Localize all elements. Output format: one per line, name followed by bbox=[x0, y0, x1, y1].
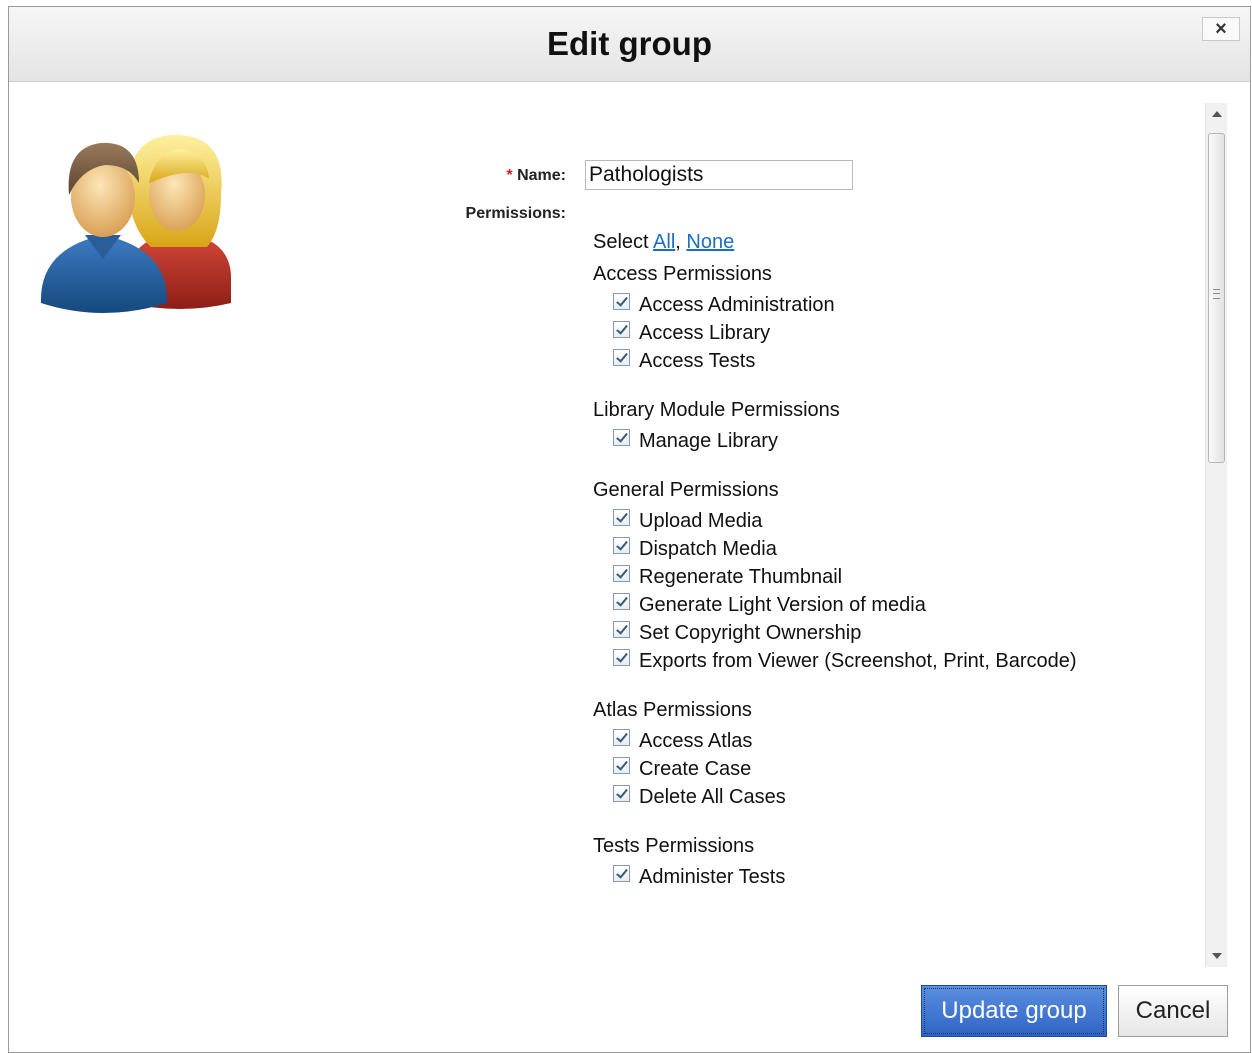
update-group-button[interactable]: Update group bbox=[921, 985, 1107, 1037]
permission-label: Access Tests bbox=[639, 350, 756, 372]
permission-item: Regenerate Thumbnail bbox=[593, 565, 1077, 593]
permission-item: Set Copyright Ownership bbox=[593, 621, 1077, 649]
permission-item: Create Case bbox=[593, 757, 1077, 785]
permission-group-title: Library Module Permissions bbox=[593, 399, 840, 421]
permission-label: Access Library bbox=[639, 322, 771, 344]
close-button[interactable]: × bbox=[1202, 17, 1240, 41]
checkbox[interactable] bbox=[613, 293, 630, 310]
select-none-link[interactable]: None bbox=[686, 231, 734, 253]
select-all-link[interactable]: All bbox=[653, 231, 675, 253]
permission-label: Generate Light Version of media bbox=[639, 594, 926, 616]
checkbox[interactable] bbox=[613, 593, 630, 610]
permission-label: Dispatch Media bbox=[639, 538, 777, 560]
scrollbar-thumb[interactable] bbox=[1208, 133, 1225, 463]
permissions-label: Permissions: bbox=[465, 205, 566, 222]
permission-group-title: Access Permissions bbox=[593, 263, 772, 285]
permission-item: Manage Library bbox=[593, 429, 1077, 457]
permission-item: Access Atlas bbox=[593, 729, 1077, 757]
permission-item: Access Administration bbox=[593, 293, 1077, 321]
permission-label: Set Copyright Ownership bbox=[639, 622, 862, 644]
permission-label: Create Case bbox=[639, 758, 752, 780]
checkbox[interactable] bbox=[613, 349, 630, 366]
name-label: * Name: bbox=[409, 167, 566, 185]
permission-item: Exports from Viewer (Screenshot, Print, … bbox=[593, 649, 1077, 677]
permission-group-title: Atlas Permissions bbox=[593, 699, 752, 721]
vertical-scrollbar[interactable] bbox=[1205, 103, 1227, 967]
permission-item: Access Library bbox=[593, 321, 1077, 349]
scroll-up-arrow-icon[interactable] bbox=[1206, 103, 1228, 125]
permission-label: Access Administration bbox=[639, 294, 835, 316]
permission-item: Administer Tests bbox=[593, 865, 1077, 893]
select-row: Select All, None bbox=[593, 229, 1077, 261]
checkbox[interactable] bbox=[613, 565, 630, 582]
permission-label: Exports from Viewer (Screenshot, Print, … bbox=[639, 650, 1077, 672]
permission-label: Delete All Cases bbox=[639, 786, 786, 808]
edit-group-dialog: Edit group × * Name: Pathologists Permis… bbox=[8, 6, 1251, 1053]
select-separator: , bbox=[675, 231, 681, 253]
select-prefix: Select bbox=[593, 231, 649, 253]
permission-label: Upload Media bbox=[639, 510, 763, 532]
cancel-button[interactable]: Cancel bbox=[1118, 985, 1228, 1037]
users-group-icon bbox=[40, 134, 231, 313]
required-marker: * bbox=[506, 167, 513, 184]
permission-label: Regenerate Thumbnail bbox=[639, 566, 843, 588]
name-label-text: Name: bbox=[517, 167, 566, 184]
checkbox[interactable] bbox=[613, 785, 630, 802]
permission-label: Access Atlas bbox=[639, 730, 753, 752]
group-name-input[interactable] bbox=[585, 160, 853, 190]
checkbox[interactable] bbox=[613, 865, 630, 882]
permission-group-title: Tests Permissions bbox=[593, 835, 755, 857]
permission-label: Administer Tests bbox=[639, 866, 786, 888]
dialog-titlebar: Edit group bbox=[9, 7, 1250, 82]
scroll-down-arrow-icon[interactable] bbox=[1206, 945, 1228, 967]
permission-item: Dispatch Media bbox=[593, 537, 1077, 565]
checkbox[interactable] bbox=[613, 321, 630, 338]
checkbox[interactable] bbox=[613, 537, 630, 554]
permission-item: Delete All Cases bbox=[593, 785, 1077, 813]
checkbox[interactable] bbox=[613, 621, 630, 638]
permission-item: Generate Light Version of media bbox=[593, 593, 1077, 621]
dialog-title: Edit group bbox=[547, 25, 712, 62]
checkbox[interactable] bbox=[613, 757, 630, 774]
checkbox[interactable] bbox=[613, 649, 630, 666]
permission-item: Access Tests bbox=[593, 349, 1077, 377]
grip-icon bbox=[1213, 289, 1220, 299]
permission-label: Manage Library bbox=[639, 430, 778, 452]
checkbox[interactable] bbox=[613, 729, 630, 746]
permission-item: Upload Media bbox=[593, 509, 1077, 537]
permission-group-title: General Permissions bbox=[593, 479, 779, 501]
permissions-list: Select All, None Access Permissions Acce… bbox=[593, 229, 1077, 893]
checkbox[interactable] bbox=[613, 429, 630, 446]
checkbox[interactable] bbox=[613, 509, 630, 526]
